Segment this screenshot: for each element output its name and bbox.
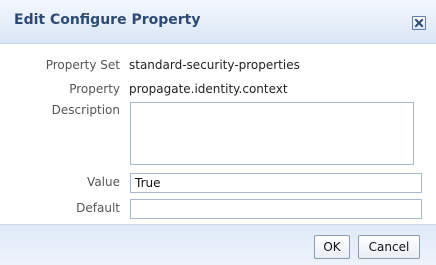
property-label: Property [69,82,120,96]
close-button[interactable] [412,16,426,30]
description-textarea[interactable] [130,102,414,165]
value-label: Value [87,175,120,189]
default-input[interactable] [130,199,422,219]
dialog-footer: OK Cancel [0,224,436,265]
edit-configure-property-dialog: Edit Configure Property Property Set sta… [0,0,436,265]
default-label: Default [76,201,120,215]
description-label: Description [51,103,120,117]
cancel-button[interactable]: Cancel [358,235,420,259]
property-set-value: standard-security-properties [129,58,300,72]
property-value: propagate.identity.context [129,82,288,96]
ok-button[interactable]: OK [314,235,350,259]
dialog-titlebar: Edit Configure Property [0,0,436,44]
property-set-label: Property Set [45,58,120,72]
value-input[interactable] [130,173,422,193]
dialog-title: Edit Configure Property [14,12,201,28]
close-icon [414,18,424,28]
